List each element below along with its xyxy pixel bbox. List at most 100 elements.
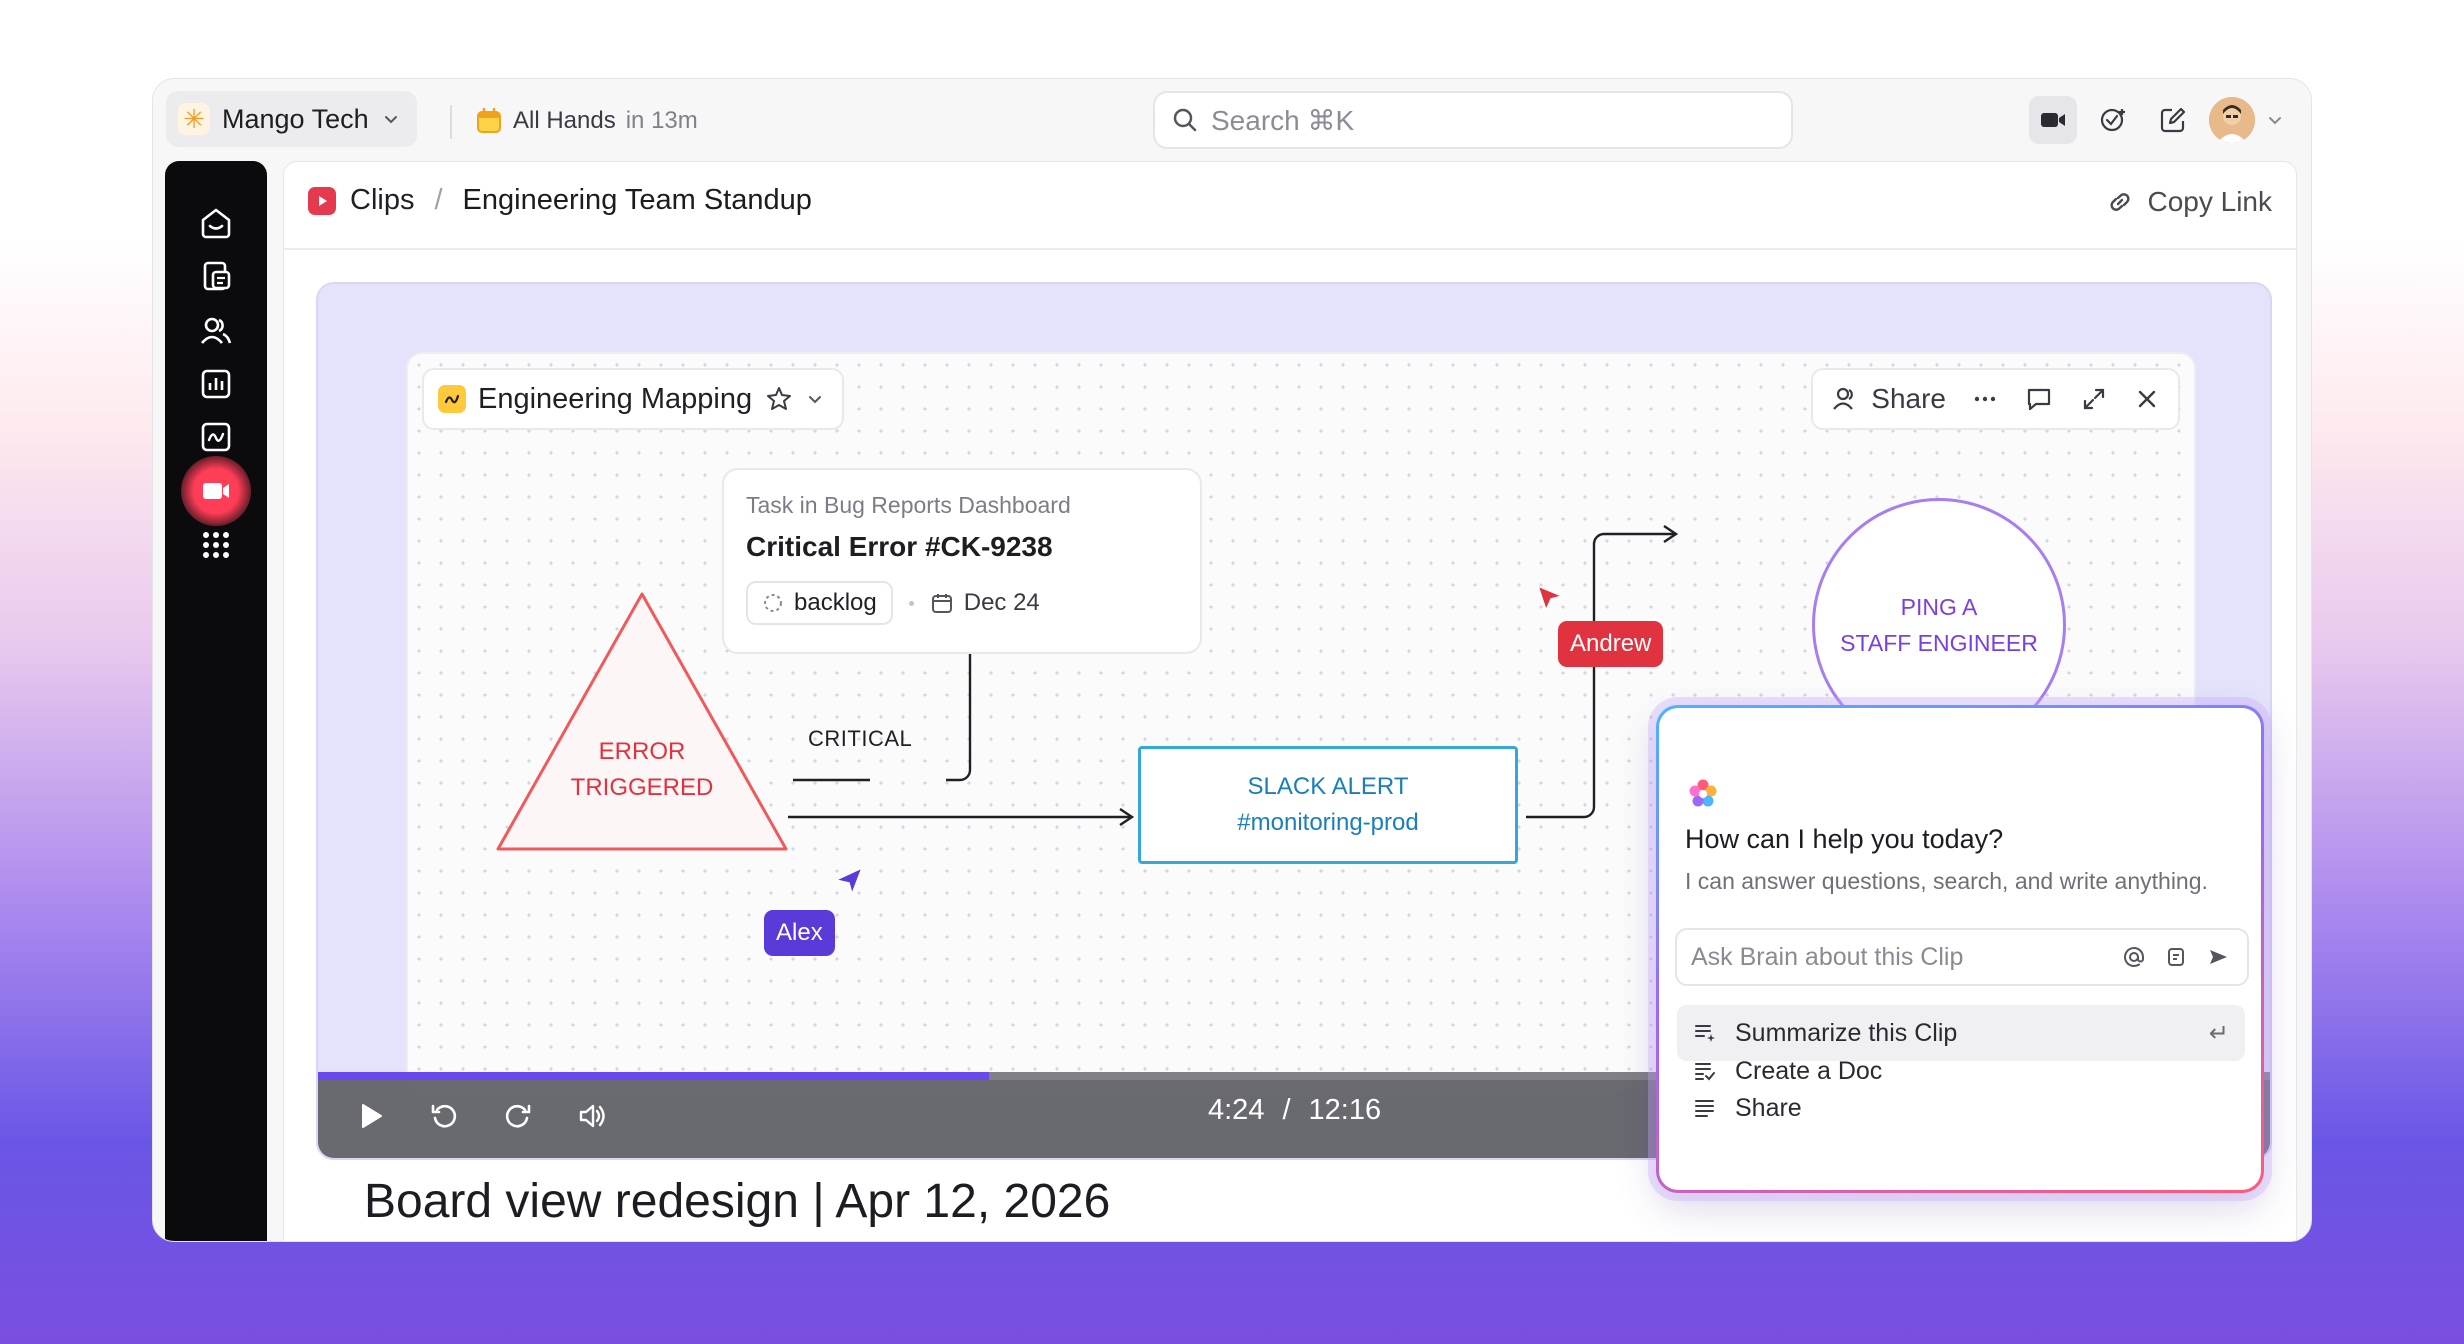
breadcrumb-current: Engineering Team Standup (462, 184, 812, 216)
whiteboard-icon (201, 422, 231, 452)
critical-to-task-connector (946, 634, 972, 782)
event-time: in 13m (625, 107, 698, 134)
calendar-icon (477, 107, 501, 133)
mention-icon[interactable] (2119, 942, 2149, 972)
video-camera-icon (203, 483, 229, 499)
task-card[interactable]: Task in Bug Reports Dashboard Critical E… (722, 468, 1202, 654)
ping-line1: PING A (1900, 594, 1978, 620)
send-icon[interactable] (2203, 942, 2233, 972)
person-avatar-icon (2209, 97, 2255, 143)
brain-logo-icon (1689, 779, 1717, 807)
forward-icon (505, 1104, 531, 1128)
clips-icon (308, 186, 336, 215)
upcoming-event[interactable]: All Hands in 13m (475, 101, 698, 141)
time-separator: / (1282, 1094, 1291, 1126)
new-doc-button[interactable] (2149, 96, 2197, 144)
sidebar-item-dashboards[interactable] (188, 356, 244, 412)
search-placeholder: Search ⌘K (1211, 104, 1355, 136)
cursor-pointer-icon (1537, 585, 1563, 611)
attach-doc-icon[interactable] (2161, 942, 2191, 972)
clip-title: Board view redesign | Apr 12, 2026 (364, 1175, 1111, 1228)
brain-title: How can I help you today? (1685, 824, 2004, 854)
due-date[interactable]: Dec 24 (930, 589, 1040, 617)
cursor-label-alex: Alex (764, 910, 835, 956)
document-chat-icon (203, 261, 231, 291)
check-circle-plus-icon (2100, 108, 2125, 132)
ping-line2: STAFF ENGINEER (1840, 630, 2038, 656)
breadcrumb-path: Clips / Engineering Team Standup (308, 184, 812, 217)
critical-connector-label: CRITICAL (808, 726, 913, 751)
rewind-button[interactable] (426, 1098, 462, 1134)
people-icon (201, 317, 232, 344)
breadcrumb-clips-link[interactable]: Clips (350, 184, 414, 217)
workspace-name: Mango Tech (222, 103, 369, 134)
summarize-icon (1695, 1025, 1715, 1042)
top-bar: ✳ Mango Tech All Hands in 13m Search ⌘K (153, 79, 2311, 161)
add-task-button[interactable] (2089, 96, 2137, 144)
search-icon (1173, 108, 1197, 132)
volume-button[interactable] (574, 1098, 610, 1134)
sidebar (165, 161, 267, 1241)
due-date-label: Dec 24 (963, 589, 1040, 616)
brain-input-placeholder: Ask Brain about this Clip (1691, 942, 1964, 971)
slack-to-ping-connector (1526, 532, 1674, 819)
play-icon (362, 1104, 382, 1128)
cursor-label-andrew: Andrew (1558, 621, 1664, 667)
divider (450, 105, 452, 139)
workspace-switcher[interactable]: ✳ Mango Tech (166, 91, 417, 147)
calendar-icon (931, 594, 952, 613)
error-triangle-line2: TRIGGERED (570, 774, 714, 801)
share-action-label: Share (1735, 1093, 1802, 1122)
forward-button[interactable] (500, 1098, 536, 1134)
sidebar-item-home[interactable] (188, 195, 244, 251)
rewind-icon (431, 1104, 457, 1128)
cursor-pointer-icon (835, 867, 863, 895)
link-icon (2110, 193, 2130, 211)
brain-subtitle: I can answer questions, search, and writ… (1685, 868, 2208, 894)
workspace-logo-icon: ✳ (178, 103, 210, 135)
timecode: 4:24 / 12:16 (1208, 1094, 1381, 1127)
brain-assistant-panel: How can I help you today? I can answer q… (1656, 705, 2264, 1193)
task-title: Critical Error #CK-9238 (746, 531, 1053, 562)
status-label: backlog (794, 589, 877, 616)
chevron-down-icon (384, 116, 397, 124)
duration: 12:16 (1308, 1094, 1382, 1126)
copy-link-button[interactable]: Copy Link (2105, 186, 2272, 218)
slack-alert-line1: SLACK ALERT (1247, 773, 1409, 800)
current-time: 4:24 (1208, 1094, 1265, 1126)
user-avatar[interactable] (2209, 97, 2255, 143)
play-button[interactable] (352, 1098, 388, 1134)
search-input[interactable]: Search ⌘K (1153, 91, 1793, 149)
video-camera-icon (2041, 113, 2065, 127)
task-location: Task in Bug Reports Dashboard (746, 492, 1071, 518)
text-lines-icon (1695, 1100, 1714, 1117)
slack-alert-box[interactable]: SLACK ALERT #monitoring-prod (1138, 746, 1518, 864)
sidebar-item-inbox[interactable] (188, 249, 244, 305)
error-triangle-line1: ERROR (598, 738, 686, 765)
sidebar-item-people[interactable] (188, 303, 244, 359)
share-action[interactable]: Share (1677, 1080, 2245, 1136)
bar-chart-icon (201, 369, 231, 399)
sidebar-item-clips[interactable] (181, 456, 251, 526)
brain-input[interactable]: Ask Brain about this Clip (1675, 928, 2249, 986)
topbar-actions (2029, 91, 2283, 149)
chevron-down-icon[interactable] (2267, 112, 2283, 128)
grid-dots-icon (203, 532, 229, 558)
task-details: backlog Dec 24 (746, 581, 1178, 625)
breadcrumb-separator: / (434, 184, 443, 216)
slack-alert-line2: #monitoring-prod (1237, 809, 1419, 836)
volume-icon (579, 1104, 605, 1128)
copy-link-label: Copy Link (2147, 186, 2272, 217)
edit-icon (2160, 107, 2186, 133)
sidebar-item-apps[interactable] (188, 517, 244, 573)
status-badge[interactable]: backlog (746, 581, 893, 625)
dashed-circle-icon (764, 594, 782, 612)
home-icon (201, 208, 231, 239)
record-clip-button[interactable] (2029, 96, 2077, 144)
progress-fill (318, 1072, 990, 1080)
event-name: All Hands (513, 107, 616, 134)
error-triangle-label[interactable]: ERROR TRIGGERED (492, 734, 792, 806)
meta-separator (908, 600, 914, 606)
playback-buttons (352, 1098, 610, 1134)
breadcrumb: Clips / Engineering Team Standup Copy Li… (284, 162, 2296, 250)
